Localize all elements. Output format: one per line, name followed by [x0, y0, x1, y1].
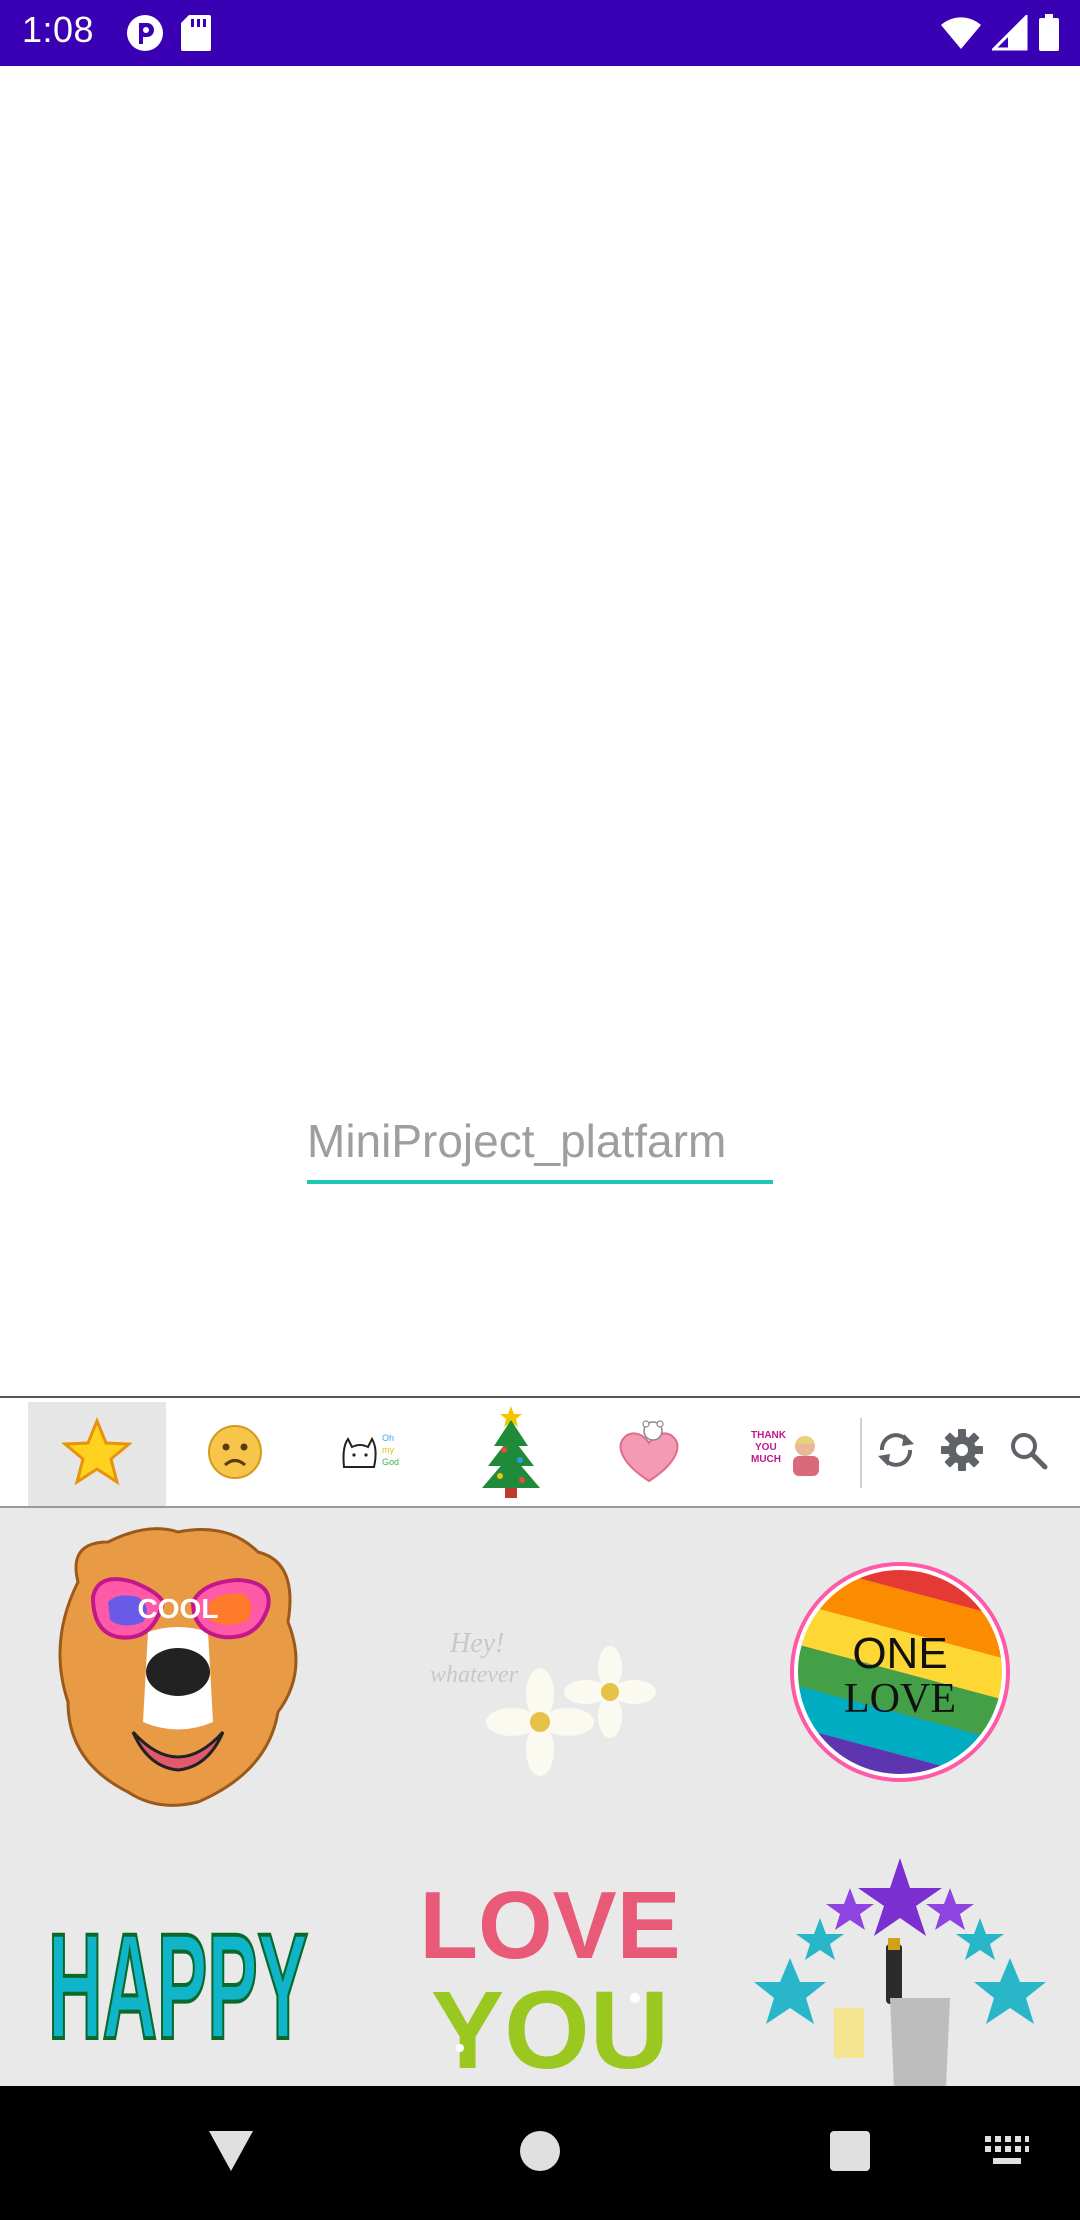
navigation-bar — [0, 2086, 1080, 2220]
cell-signal-icon — [990, 13, 1028, 56]
thank-you-icon: THANK YOU MUCH — [749, 1424, 825, 1485]
notification-icons — [125, 13, 213, 58]
wifi-icon — [940, 15, 982, 56]
tab-divider — [860, 1418, 862, 1488]
search-button[interactable] — [1000, 1424, 1056, 1480]
flower-sticker[interactable]: Hey! whatever — [400, 1522, 700, 1822]
refresh-icon — [874, 1428, 918, 1477]
sticker-category-tabs: Oh my God THANK YOU MUCH — [0, 1396, 1080, 1508]
tab-christmas[interactable] — [442, 1402, 580, 1506]
dog-sunglasses-sticker[interactable]: COOL — [28, 1522, 328, 1822]
heart-bear-icon — [613, 1419, 685, 1490]
settings-icon — [939, 1427, 985, 1478]
svg-text:Hey!: Hey! — [449, 1628, 504, 1659]
one-love-sticker[interactable]: ONE LOVE — [750, 1522, 1050, 1822]
back-button[interactable] — [196, 2118, 266, 2188]
keyboard-icon — [983, 2134, 1031, 2173]
svg-text:LOVE: LOVE — [844, 1676, 956, 1722]
home-circle-icon — [518, 2129, 562, 2178]
app-notification-icon — [125, 13, 165, 58]
battery-icon — [1038, 14, 1060, 57]
svg-text:LOVE: LOVE — [420, 1872, 680, 1979]
sticker-text: COOL — [138, 1593, 219, 1624]
champagne-stars-sticker[interactable] — [750, 1838, 1050, 2086]
svg-text:Oh: Oh — [382, 1433, 394, 1443]
home-button[interactable] — [505, 2118, 575, 2188]
svg-text:God: God — [382, 1457, 399, 1467]
tab-sad[interactable] — [166, 1402, 304, 1506]
text-field-container — [307, 1106, 773, 1186]
tab-thank-you[interactable]: THANK YOU MUCH — [718, 1402, 856, 1506]
tab-love[interactable] — [580, 1402, 718, 1506]
svg-text:my: my — [382, 1445, 394, 1455]
sd-card-icon — [179, 13, 213, 58]
sticker-keyboard: Oh my God THANK YOU MUCH COOL Hey! whate… — [0, 1396, 1080, 2086]
star-icon — [61, 1416, 133, 1492]
happy-sticker[interactable]: HAPPY — [28, 1838, 328, 2086]
recents-square-icon — [828, 2129, 872, 2178]
status-time: 1:08 — [22, 9, 95, 50]
text-input-underline — [307, 1180, 773, 1184]
sticker-text: HAPPY — [48, 1902, 308, 2070]
sad-face-icon — [207, 1424, 263, 1485]
recents-button[interactable] — [815, 2118, 885, 2188]
sticker-grid: COOL Hey! whatever ONE LOVE HAPPY LOVE Y… — [0, 1508, 1080, 2086]
svg-text:THANK: THANK — [751, 1430, 787, 1441]
svg-text:whatever: whatever — [430, 1662, 519, 1688]
svg-text:YOU: YOU — [431, 1969, 669, 2086]
search-icon — [1007, 1429, 1049, 1476]
app-content — [0, 66, 1080, 1396]
status-bar: 1:08 — [0, 0, 1080, 66]
system-status-icons — [940, 13, 1060, 57]
back-triangle-icon — [207, 2129, 255, 2178]
svg-text:MUCH: MUCH — [751, 1454, 781, 1465]
refresh-button[interactable] — [868, 1424, 924, 1480]
christmas-tree-icon — [476, 1402, 546, 1507]
settings-button[interactable] — [934, 1424, 990, 1480]
tab-cat[interactable]: Oh my God — [304, 1402, 442, 1506]
cat-doodle-icon: Oh my God — [338, 1427, 408, 1482]
tab-favorites[interactable] — [28, 1402, 166, 1506]
svg-text:ONE: ONE — [852, 1629, 947, 1678]
svg-text:YOU: YOU — [755, 1442, 777, 1453]
keyboard-switch-button[interactable] — [972, 2118, 1042, 2188]
love-you-sticker[interactable]: LOVE YOU — [400, 1838, 700, 2086]
text-input[interactable] — [307, 1106, 773, 1176]
